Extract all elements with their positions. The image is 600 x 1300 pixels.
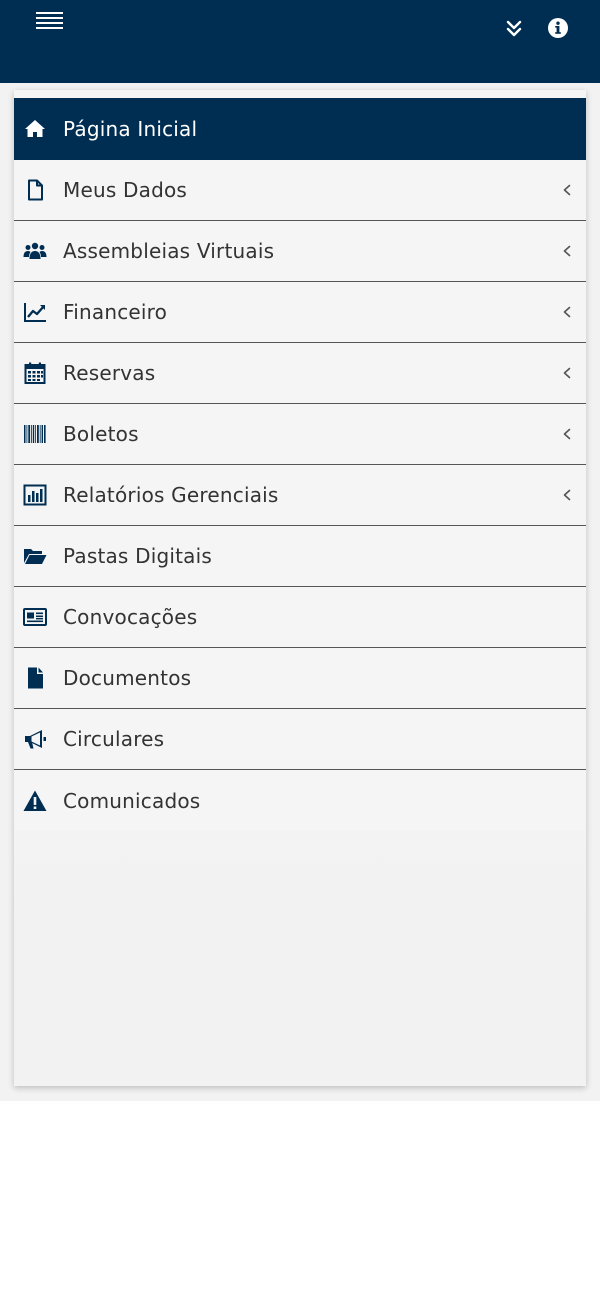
folder-open-icon <box>22 543 48 569</box>
users-icon <box>22 238 48 264</box>
menu-item-meus-dados[interactable]: Meus Dados <box>14 160 586 221</box>
menu-item-label: Pastas Digitais <box>63 544 212 568</box>
menu-item-label: Boletos <box>63 422 139 446</box>
info-circle-icon[interactable] <box>547 17 569 39</box>
navigation-drawer: Página Inicial Meus Dados Assembleias Virt… <box>14 90 586 1086</box>
menu-item-relatorios-gerenciais[interactable]: Relatórios Gerenciais <box>14 465 586 526</box>
barcode-icon <box>22 421 48 447</box>
menu-item-label: Convocações <box>63 605 198 629</box>
menu-item-label: Relatórios Gerenciais <box>63 483 279 507</box>
chevron-left-icon[interactable] <box>560 366 574 380</box>
line-chart-icon <box>22 299 48 325</box>
menu-item-pastas-digitais[interactable]: Pastas Digitais <box>14 526 586 587</box>
menu-item-label: Reservas <box>63 361 156 385</box>
megaphone-icon <box>22 726 48 752</box>
chevron-left-icon[interactable] <box>560 488 574 502</box>
file-icon <box>22 177 48 203</box>
menu-item-pagina-inicial[interactable]: Página Inicial <box>14 98 586 160</box>
menu-item-label: Financeiro <box>63 300 168 324</box>
chevron-left-icon[interactable] <box>560 183 574 197</box>
menu-item-label: Documentos <box>63 666 192 690</box>
top-app-bar <box>0 0 600 83</box>
menu-item-comunicados[interactable]: Comunicados <box>14 770 586 831</box>
document-icon <box>22 665 48 691</box>
menu-item-convocacoes[interactable]: Convocações <box>14 587 586 648</box>
chevron-left-icon[interactable] <box>560 427 574 441</box>
menu-item-assembleias-virtuais[interactable]: Assembleias Virtuais <box>14 221 586 282</box>
menu-item-boletos[interactable]: Boletos <box>14 404 586 465</box>
menu-item-label: Circulares <box>63 727 165 751</box>
menu-item-financeiro[interactable]: Financeiro <box>14 282 586 343</box>
chevron-left-icon[interactable] <box>560 305 574 319</box>
menu-item-label: Comunicados <box>63 788 201 813</box>
newspaper-icon <box>22 604 48 630</box>
menu-item-label: Meus Dados <box>63 178 188 202</box>
chevron-left-icon[interactable] <box>560 244 574 258</box>
bar-chart-icon <box>22 482 48 508</box>
double-chevron-down-icon[interactable] <box>503 18 525 40</box>
menu-item-label: Assembleias Virtuais <box>63 239 275 263</box>
calendar-icon <box>22 360 48 386</box>
warning-icon <box>22 788 48 814</box>
menu-item-documentos[interactable]: Documentos <box>14 648 586 709</box>
menu-item-circulares[interactable]: Circulares <box>14 709 586 770</box>
menu-item-reservas[interactable]: Reservas <box>14 343 586 404</box>
navigation-menu: Página Inicial Meus Dados Assembleias Virt… <box>14 98 586 831</box>
menu-item-label: Página Inicial <box>63 117 198 141</box>
hamburger-icon[interactable] <box>36 10 63 32</box>
home-icon <box>22 116 48 142</box>
